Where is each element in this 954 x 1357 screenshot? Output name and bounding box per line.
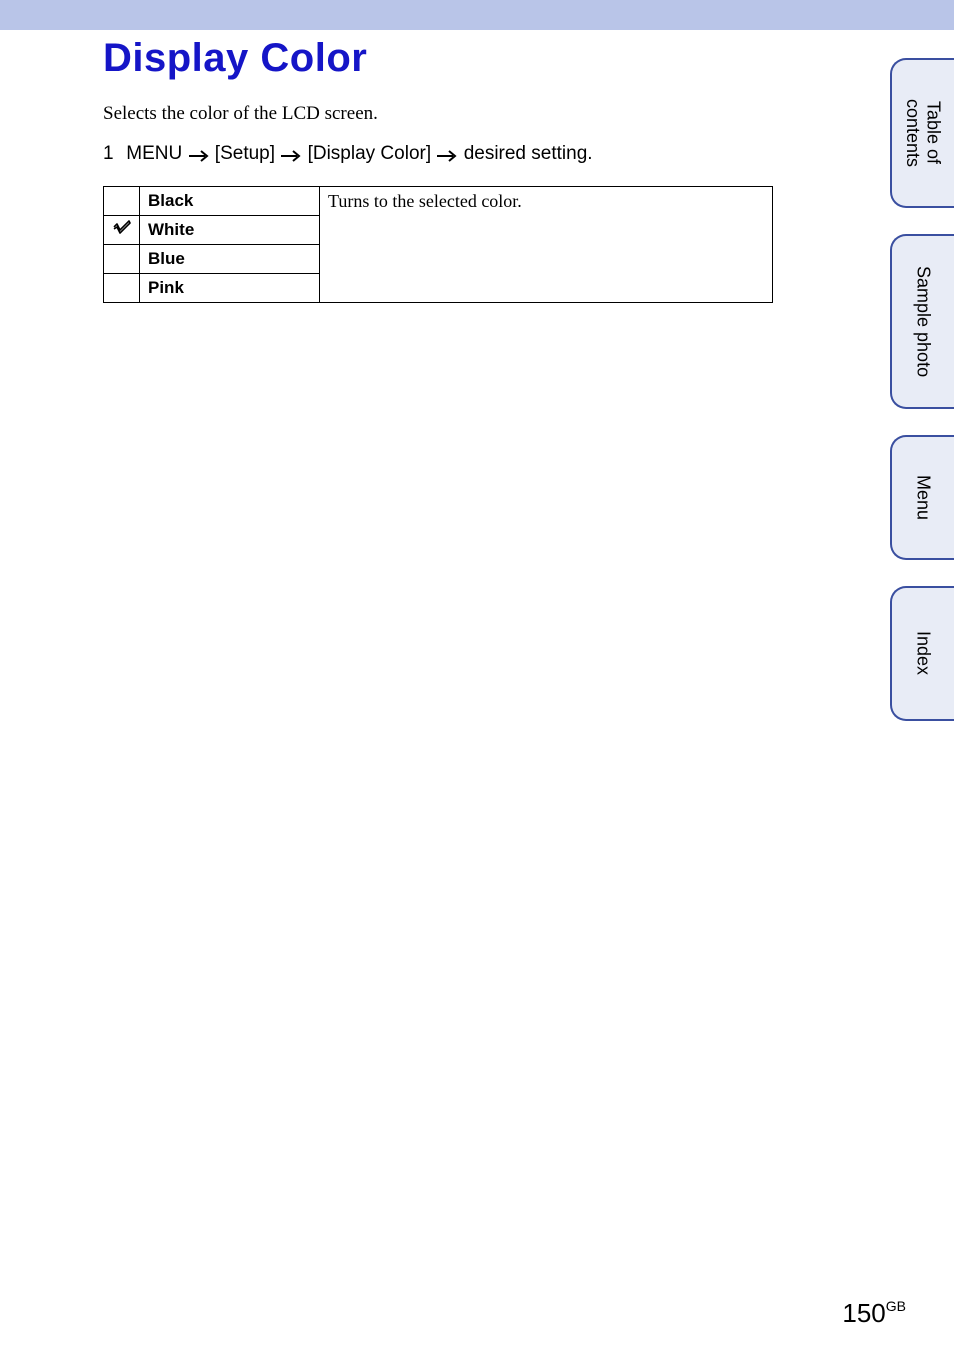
options-table: Black Turns to the selected color. White… — [103, 186, 773, 303]
arrow-icon — [436, 146, 458, 168]
step-part-menu: MENU — [126, 143, 182, 164]
page-number: 150 — [842, 1298, 885, 1328]
table-row: Black Turns to the selected color. — [104, 187, 773, 216]
option-check-cell — [104, 274, 140, 303]
main-content: Display Color Selects the color of the L… — [103, 36, 773, 303]
side-navigation: Table of contents Sample photo Menu Inde… — [890, 58, 954, 721]
option-label: Black — [140, 187, 320, 216]
tab-menu[interactable]: Menu — [890, 435, 954, 560]
tab-label: Sample photo — [913, 266, 934, 377]
checkmark-icon — [113, 221, 131, 238]
region-code: GB — [886, 1298, 906, 1314]
page-description: Selects the color of the LCD screen. — [103, 103, 773, 125]
option-explanation: Turns to the selected color. — [320, 187, 773, 303]
tab-label-line1: Table of — [924, 101, 944, 164]
option-label: Blue — [140, 245, 320, 274]
tab-label: Menu — [913, 475, 934, 520]
tab-table-of-contents[interactable]: Table of contents — [890, 58, 954, 208]
option-check-cell — [104, 216, 140, 245]
option-check-cell — [104, 187, 140, 216]
tab-sample-photo[interactable]: Sample photo — [890, 234, 954, 409]
step-number: 1 — [103, 143, 121, 165]
option-label: Pink — [140, 274, 320, 303]
option-label: White — [140, 216, 320, 245]
option-check-cell — [104, 245, 140, 274]
page-footer: 150GB — [842, 1298, 906, 1329]
step-part-desired: desired setting. — [464, 143, 593, 164]
step-part-setup: [Setup] — [215, 143, 275, 164]
step-part-displaycolor: [Display Color] — [308, 143, 432, 164]
arrow-icon — [188, 146, 210, 168]
instruction-step: 1 MENU [Setup] [Display Color] desired s… — [103, 143, 773, 168]
top-blue-bar — [0, 0, 954, 30]
tab-label-line2: contents — [903, 99, 923, 167]
arrow-icon — [280, 146, 302, 168]
page-title: Display Color — [103, 36, 773, 81]
tab-label: Index — [913, 631, 934, 675]
tab-index[interactable]: Index — [890, 586, 954, 721]
tab-label: Table of contents — [902, 99, 943, 167]
